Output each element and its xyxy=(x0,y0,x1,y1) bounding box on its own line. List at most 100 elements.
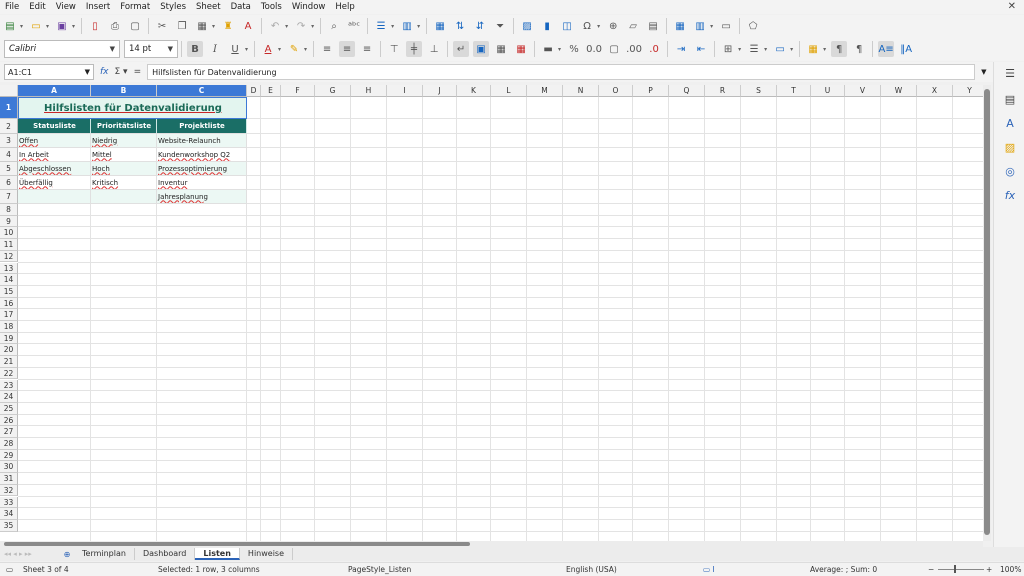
decrease-indent-icon[interactable]: ⇤ xyxy=(693,41,709,57)
column-header-m[interactable]: M xyxy=(527,85,563,97)
menu-item-styles[interactable]: Styles xyxy=(155,2,191,12)
horizontal-scroll-thumb[interactable] xyxy=(4,542,470,546)
insert-chart-icon[interactable]: ▮ xyxy=(539,18,555,34)
menu-item-file[interactable]: File xyxy=(0,2,24,12)
tab-navigation-buttons[interactable]: ◂◂ ◂ ▸ ▸▸ xyxy=(4,548,60,560)
format-date-icon[interactable]: ▢ xyxy=(606,41,622,57)
format-currency-icon[interactable]: ▬ xyxy=(540,41,556,57)
column-header-o[interactable]: O xyxy=(599,85,633,97)
column-header-n[interactable]: N xyxy=(563,85,599,97)
row-header-15[interactable]: 15 xyxy=(0,285,18,298)
special-character-icon[interactable]: Ω xyxy=(579,18,595,34)
row-header-27[interactable]: 27 xyxy=(0,426,18,438)
row-header-16[interactable]: 16 xyxy=(0,297,18,310)
pivot-table-icon[interactable]: ▦ xyxy=(432,18,448,34)
clear-formatting-icon[interactable]: A xyxy=(240,18,256,34)
column-header-f[interactable]: F xyxy=(281,85,315,97)
chevron-down-icon[interactable]: ▼ xyxy=(168,45,173,53)
table-cell[interactable]: Website-Relaunch xyxy=(157,134,247,148)
insert-image-icon[interactable]: ▨ xyxy=(519,18,535,34)
undo-icon[interactable]: ↶ xyxy=(267,18,283,34)
font-size-box[interactable]: 14 pt ▼ xyxy=(124,40,178,58)
align-bottom-icon[interactable]: ⊥ xyxy=(426,41,442,57)
column-header-r[interactable]: R xyxy=(705,85,741,97)
cut-icon[interactable]: ✂ xyxy=(154,18,170,34)
status-zoom[interactable]: 100% xyxy=(1000,565,1021,574)
table-cell[interactable]: Offen xyxy=(18,134,91,148)
row-header-35[interactable]: 35 xyxy=(0,519,18,532)
menu-icon[interactable]: ☰ xyxy=(1002,66,1018,82)
row-header-14[interactable]: 14 xyxy=(0,274,18,286)
close-document-icon[interactable]: ✕ xyxy=(1008,1,1016,12)
row-header-2[interactable]: 2 xyxy=(0,119,18,134)
row-header-32[interactable]: 32 xyxy=(0,484,18,497)
zoom-slider[interactable] xyxy=(938,569,984,570)
text-vertical-icon[interactable]: ‖A xyxy=(898,41,914,57)
table-cell[interactable]: Abgeschlossen xyxy=(18,162,91,176)
menu-item-data[interactable]: Data xyxy=(226,2,256,12)
row-header-22[interactable]: 22 xyxy=(0,367,18,380)
row-header-13[interactable]: 13 xyxy=(0,262,18,275)
row-header-9[interactable]: 9 xyxy=(0,215,18,228)
merge-center-icon[interactable]: ▣ xyxy=(473,41,490,57)
align-left-icon[interactable]: ≡ xyxy=(319,41,335,57)
highlight-color-icon[interactable]: ✎ xyxy=(286,41,302,57)
column-header-h[interactable]: H xyxy=(351,85,387,97)
autofilter-icon[interactable]: ⏷ xyxy=(492,18,508,34)
zoom-in-icon[interactable]: + xyxy=(986,565,992,574)
unmerge-cells-icon[interactable]: ▦ xyxy=(513,41,529,57)
font-color-icon[interactable]: A xyxy=(260,41,276,57)
title-cell[interactable]: Hilfslisten für Datenvalidierung xyxy=(18,97,247,119)
vertical-scroll-thumb[interactable] xyxy=(984,89,990,535)
table-cell[interactable]: Kundenworkshop Q2 xyxy=(157,148,247,162)
tab-terminplan[interactable]: Terminplan xyxy=(74,548,135,560)
column-header-w[interactable]: W xyxy=(881,85,917,97)
status-language[interactable]: English (USA) xyxy=(566,565,617,574)
row-header-21[interactable]: 21 xyxy=(0,356,18,368)
column-header-j[interactable]: J xyxy=(423,85,457,97)
open-folder-icon[interactable]: ▭ xyxy=(28,18,44,34)
column-header-l[interactable]: L xyxy=(491,85,527,97)
row-header-19[interactable]: 19 xyxy=(0,332,18,345)
add-decimal-icon[interactable]: .00 xyxy=(626,41,642,57)
header-cell[interactable]: Projektliste xyxy=(157,119,247,134)
row-header-33[interactable]: 33 xyxy=(0,496,18,509)
name-box[interactable]: A1:C1 ▼ xyxy=(4,64,94,80)
expand-formula-bar-icon[interactable]: ▼ xyxy=(981,68,986,76)
spreadsheet-grid[interactable]: A B C D E F G H I J K L M N O P Q R S T U V W X Y 1 2 3 4 5 6 7 8 9 10 11 12… xyxy=(0,85,983,541)
table-cell[interactable] xyxy=(18,190,91,204)
insert-pivot-icon[interactable]: ◫ xyxy=(559,18,575,34)
row-header-31[interactable]: 31 xyxy=(0,473,18,485)
gallery-icon[interactable]: ▨ xyxy=(1002,140,1018,156)
border-style-icon[interactable]: ☰ xyxy=(746,41,762,57)
table-cell[interactable]: In Arbeit xyxy=(18,148,91,162)
define-print-area-icon[interactable]: ▦ xyxy=(672,18,688,34)
row-header-10[interactable]: 10 xyxy=(0,227,18,240)
row-icon[interactable]: ☰ xyxy=(373,18,389,34)
row-header-29[interactable]: 29 xyxy=(0,449,18,462)
print-preview-icon[interactable]: ▢ xyxy=(127,18,143,34)
table-cell[interactable]: Kritisch xyxy=(91,176,157,190)
save-icon[interactable]: ▣ xyxy=(54,18,70,34)
freeze-rows-columns-icon[interactable]: ▥ xyxy=(692,18,708,34)
table-cell[interactable]: Niedrig xyxy=(91,134,157,148)
sort-descending-icon[interactable]: ⇵ xyxy=(472,18,488,34)
conditional-format-icon[interactable]: ▦ xyxy=(805,41,821,57)
align-middle-icon[interactable]: ╪ xyxy=(406,41,423,57)
row-header-5[interactable]: 5 xyxy=(0,162,18,176)
status-page-style[interactable]: PageStyle_Listen xyxy=(348,565,411,574)
column-header-y[interactable]: Y xyxy=(953,85,983,97)
hyperlink-icon[interactable]: ⊕ xyxy=(605,18,621,34)
increase-indent-icon[interactable]: ⇥ xyxy=(673,41,689,57)
sum-icon[interactable]: Σ ▾ xyxy=(115,67,128,77)
find-replace-icon[interactable]: ⌕ xyxy=(326,18,342,34)
menu-item-window[interactable]: Window xyxy=(287,2,331,12)
column-header-g[interactable]: G xyxy=(315,85,351,97)
column-header-u[interactable]: U xyxy=(811,85,845,97)
column-header-t[interactable]: T xyxy=(777,85,811,97)
column-header-d[interactable]: D xyxy=(247,85,261,97)
headers-footers-icon[interactable]: ▤ xyxy=(645,18,661,34)
delete-decimal-icon[interactable]: .0 xyxy=(646,41,662,57)
select-all-corner[interactable] xyxy=(0,85,18,97)
tab-hinweise[interactable]: Hinweise xyxy=(240,548,294,560)
